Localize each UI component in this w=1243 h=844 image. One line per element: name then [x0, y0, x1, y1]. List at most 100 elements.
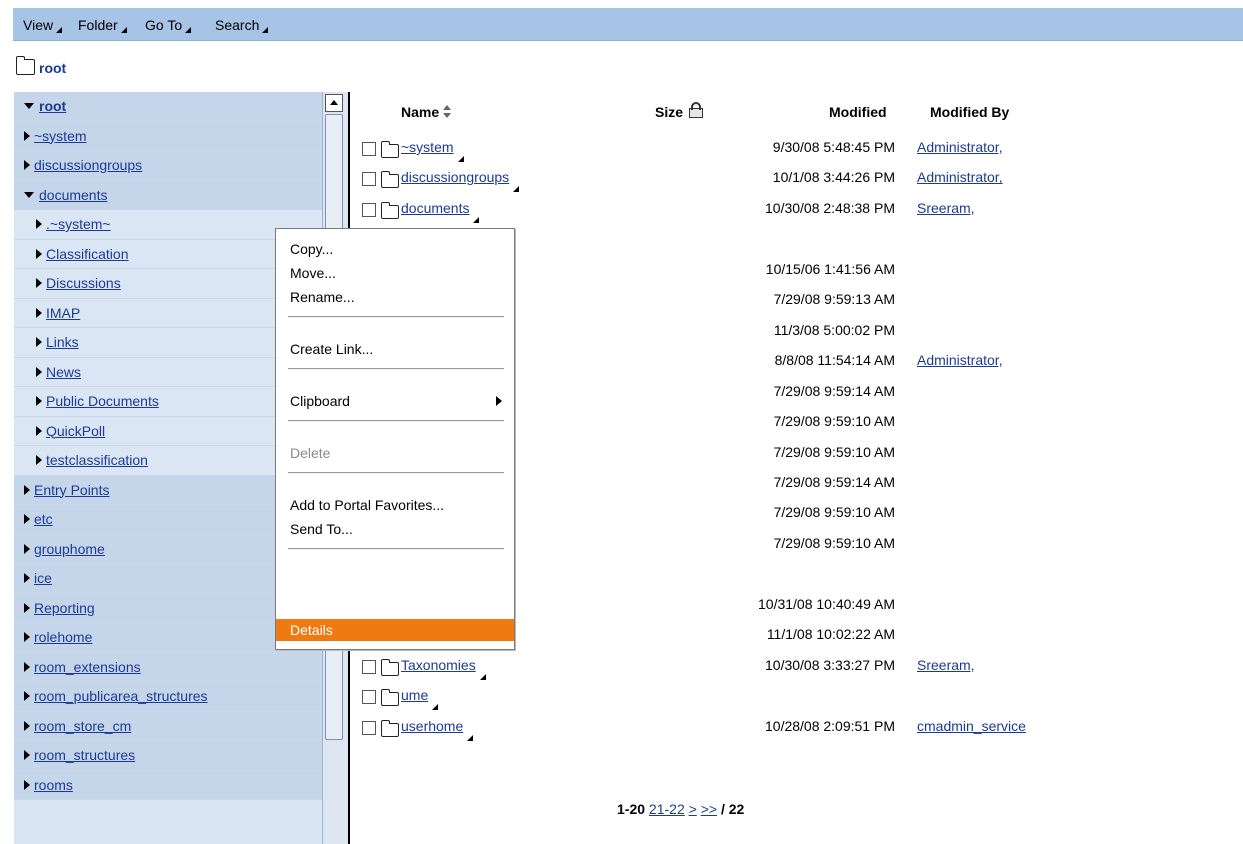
tree-item-label[interactable]: .~system~	[46, 216, 111, 232]
row-checkbox[interactable]	[362, 172, 376, 187]
menu-search[interactable]: Search	[215, 16, 269, 34]
tree-item-rooms[interactable]: rooms	[14, 770, 322, 800]
row-name-link[interactable]: ume	[401, 687, 428, 703]
tree-item-label[interactable]: documents	[39, 187, 107, 203]
pager-last[interactable]: >>	[701, 801, 717, 817]
menu-item-add-to-portal-favorites[interactable]: Add to Portal Favorites...	[276, 493, 514, 517]
menu-view[interactable]: View	[23, 16, 63, 34]
row-checkbox[interactable]	[362, 690, 376, 705]
menu-item-send-to[interactable]: Send To...	[276, 517, 514, 541]
column-name-header[interactable]: Name	[401, 104, 452, 120]
table-row[interactable]: Taxonomies 10/30/08 3:33:27 PM Sreeram,	[360, 654, 1220, 684]
tree-item-label[interactable]: Entry Points	[34, 482, 109, 498]
tree-item-label[interactable]: rolehome	[34, 629, 92, 645]
collapsed-triangle-icon[interactable]	[24, 779, 30, 790]
collapsed-triangle-icon[interactable]	[24, 750, 30, 760]
collapsed-triangle-icon[interactable]	[24, 691, 30, 701]
collapsed-triangle-icon[interactable]	[24, 484, 30, 495]
column-modified-header[interactable]: Modified	[829, 104, 887, 120]
collapsed-triangle-icon[interactable]	[24, 632, 30, 642]
tree-item-room-extensions[interactable]: room_extensions	[14, 652, 322, 682]
menu-folder[interactable]: Folder	[78, 16, 127, 34]
tree-item-room-structures[interactable]: room_structures	[14, 741, 322, 771]
collapsed-triangle-icon[interactable]	[36, 248, 42, 259]
tree-root[interactable]: root	[14, 92, 322, 122]
row-modified-by[interactable]: cmadmin_service	[917, 718, 1026, 734]
row-modified-by[interactable]: Sreeram,	[917, 200, 975, 216]
pager-next-range[interactable]: 21-22	[649, 801, 685, 817]
table-row[interactable]: ~system 9/30/08 5:48:45 PM Administrator,	[360, 136, 1220, 166]
row-name-link[interactable]: discussiongroups	[401, 169, 509, 185]
tree-item-label[interactable]: Public Documents	[46, 393, 159, 409]
sort-icon[interactable]	[443, 105, 452, 119]
tree-item-label[interactable]: grouphome	[34, 541, 105, 557]
row-modified-by[interactable]: Administrator,	[917, 169, 1003, 185]
tree-item-label[interactable]: ~system	[34, 128, 87, 144]
collapsed-triangle-icon[interactable]	[24, 160, 30, 170]
menu-go-to[interactable]: Go To	[145, 16, 192, 34]
row-name-link[interactable]: userhome	[401, 718, 463, 734]
column-modified-by-header[interactable]: Modified By	[930, 104, 1009, 120]
tree-item-label[interactable]: Discussions	[46, 275, 121, 291]
row-menu-corner-icon[interactable]	[457, 156, 464, 162]
tree-item-documents[interactable]: documents	[14, 180, 322, 210]
tree-item-label[interactable]: News	[46, 364, 81, 380]
collapsed-triangle-icon[interactable]	[36, 278, 42, 288]
row-menu-corner-icon[interactable]	[513, 186, 520, 193]
menu-item-move[interactable]: Move...	[276, 261, 514, 285]
table-row[interactable]: discussiongroups 10/1/08 3:44:26 PM Admini…	[360, 166, 1220, 196]
tree-item-label[interactable]: discussiongroups	[34, 157, 142, 173]
breadcrumb-root[interactable]: root	[39, 60, 66, 76]
collapsed-triangle-icon[interactable]	[24, 573, 30, 583]
collapsed-triangle-icon[interactable]	[36, 366, 42, 377]
tree-item-room-store-cm[interactable]: room_store_cm	[14, 711, 322, 741]
collapsed-triangle-icon[interactable]	[36, 455, 42, 465]
collapsed-triangle-icon[interactable]	[36, 425, 42, 436]
menu-item-rename[interactable]: Rename...	[276, 285, 514, 309]
row-name-link[interactable]: documents	[401, 200, 469, 216]
row-name-link[interactable]: ~system	[401, 139, 454, 155]
tree-item-label[interactable]: ice	[34, 570, 52, 586]
menu-item-clipboard[interactable]: Clipboard	[276, 389, 514, 413]
tree-item-room-publicarea-structures[interactable]: room_publicarea_structures	[14, 682, 322, 712]
table-row[interactable]: userhome 10/28/08 2:09:51 PM cmadmin_servi…	[360, 715, 1220, 745]
row-name-link[interactable]: Taxonomies	[401, 657, 476, 673]
tree-item-label[interactable]: etc	[34, 511, 53, 527]
menu-item-details[interactable]: Details	[276, 619, 514, 641]
menu-item-create-link[interactable]: Create Link...	[276, 337, 514, 361]
row-checkbox[interactable]	[362, 202, 376, 217]
tree-root-label[interactable]: root	[39, 98, 66, 114]
tree-item-label[interactable]: testclassification	[46, 452, 148, 468]
row-checkbox[interactable]	[362, 720, 376, 735]
row-modified-by[interactable]: Sreeram,	[917, 657, 975, 673]
collapsed-triangle-icon[interactable]	[24, 661, 30, 672]
row-modified-by[interactable]: Administrator,	[917, 352, 1003, 368]
column-size-header[interactable]: Size	[655, 102, 704, 120]
tree-item-label[interactable]: Links	[46, 334, 79, 350]
collapsed-triangle-icon[interactable]	[24, 720, 30, 731]
pager-next[interactable]: >	[689, 801, 697, 817]
collapsed-triangle-icon[interactable]	[36, 337, 42, 347]
collapsed-triangle-icon[interactable]	[24, 602, 30, 613]
expanded-triangle-icon[interactable]	[24, 191, 34, 198]
tree-item-system[interactable]: ~system	[14, 121, 322, 151]
tree-item-label[interactable]: IMAP	[46, 305, 80, 321]
tree-item-label[interactable]: room_publicarea_structures	[34, 688, 208, 704]
tree-item-label[interactable]: rooms	[34, 777, 73, 793]
table-row[interactable]: documents 10/30/08 2:48:38 PM Sreeram,	[360, 197, 1220, 227]
row-menu-corner-icon[interactable]	[467, 734, 474, 741]
row-menu-corner-icon[interactable]	[432, 704, 439, 711]
tree-item-label[interactable]: room_structures	[34, 747, 135, 763]
collapsed-triangle-icon[interactable]	[36, 219, 42, 229]
collapsed-triangle-icon[interactable]	[36, 396, 42, 406]
collapsed-triangle-icon[interactable]	[24, 130, 30, 141]
tree-item-label[interactable]: QuickPoll	[46, 423, 105, 439]
table-row[interactable]: ume	[360, 684, 1220, 714]
tree-item-label[interactable]: room_extensions	[34, 659, 141, 675]
menu-item-copy[interactable]: Copy...	[276, 237, 514, 261]
tree-item-label[interactable]: Reporting	[34, 600, 95, 616]
tree-item-label[interactable]: Classification	[46, 246, 128, 262]
scroll-up-button[interactable]	[325, 94, 343, 112]
row-menu-corner-icon[interactable]	[473, 216, 480, 223]
collapsed-triangle-icon[interactable]	[24, 514, 30, 524]
